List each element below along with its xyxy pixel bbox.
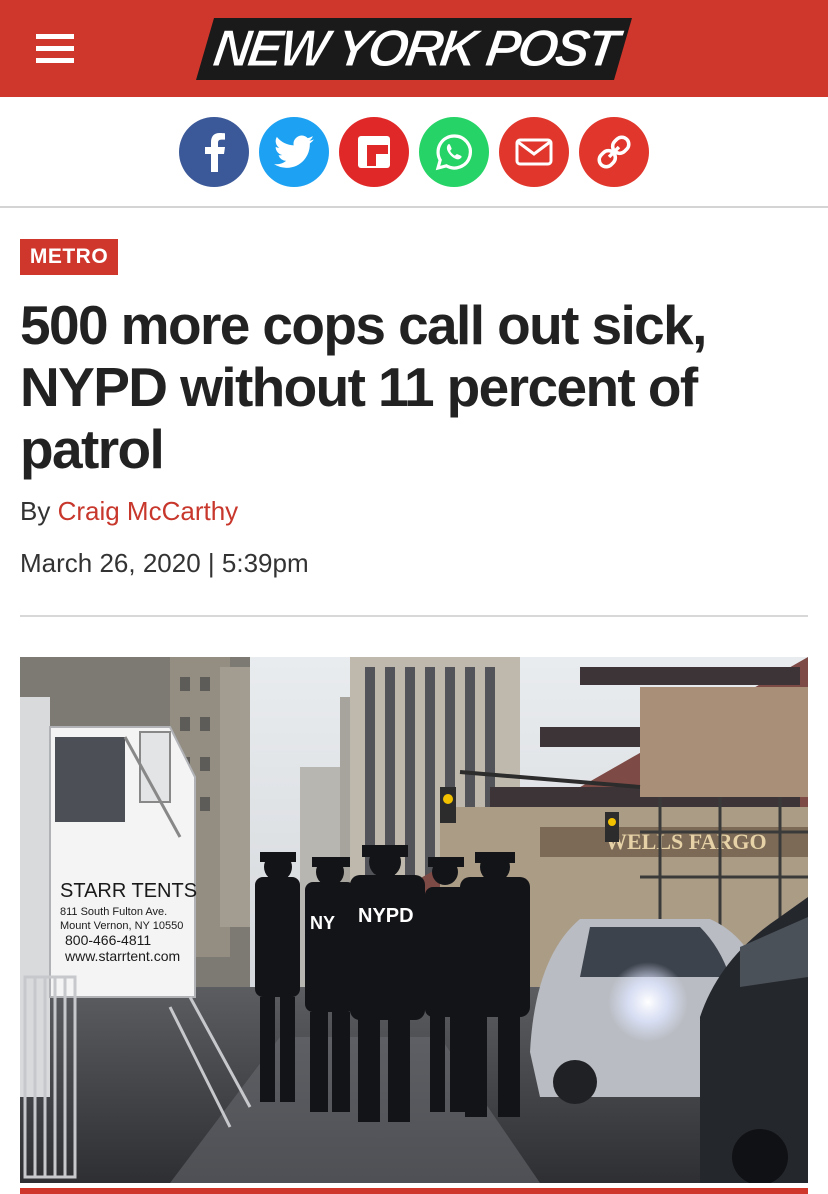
twitter-icon bbox=[274, 135, 314, 168]
article-hero-photo[interactable]: WELLS FARGO STARR TENTS 811 South Fulton… bbox=[20, 657, 808, 1183]
truck-sign-address1: 811 South Fulton Ave. bbox=[60, 906, 167, 918]
link-icon bbox=[597, 135, 631, 169]
whatsapp-share-button[interactable] bbox=[419, 117, 489, 187]
section-tag[interactable]: METRO bbox=[20, 239, 118, 275]
whatsapp-icon bbox=[435, 134, 472, 171]
divider bbox=[20, 615, 808, 617]
article-headline: 500 more cops call out sick, NYPD withou… bbox=[20, 294, 707, 480]
byline-prefix: By bbox=[20, 496, 51, 526]
twitter-share-button[interactable] bbox=[259, 117, 329, 187]
share-bar bbox=[0, 97, 828, 208]
publish-date: March 26, 2020 | 5:39pm bbox=[20, 548, 309, 579]
facebook-share-button[interactable] bbox=[179, 117, 249, 187]
email-share-button[interactable] bbox=[499, 117, 569, 187]
email-icon bbox=[515, 138, 553, 166]
facebook-icon bbox=[205, 133, 225, 172]
date-text: March 26, 2020 bbox=[20, 548, 201, 578]
hamburger-menu-icon[interactable] bbox=[36, 34, 74, 66]
jacket-text-ny: NY bbox=[310, 913, 335, 933]
date-separator: | bbox=[207, 548, 215, 578]
jacket-text-nypd: NYPD bbox=[358, 905, 414, 927]
time-text: 5:39pm bbox=[221, 548, 309, 578]
author-link[interactable]: Craig McCarthy bbox=[58, 496, 239, 526]
logo-text: NEW YORK POST bbox=[210, 20, 627, 78]
site-logo[interactable]: NEW YORK POST bbox=[192, 12, 636, 84]
copy-link-button[interactable] bbox=[579, 117, 649, 187]
truck-sign-phone: 800-466-4811 bbox=[65, 932, 151, 948]
truck-sign-title: STARR TENTS bbox=[60, 880, 197, 902]
flipboard-icon bbox=[358, 136, 390, 168]
truck-sign-address2: Mount Vernon, NY 10550 bbox=[60, 920, 183, 932]
truck-sign-web: www.starrtent.com bbox=[64, 948, 180, 964]
site-header: NEW YORK POST bbox=[0, 0, 828, 97]
byline: By Craig McCarthy bbox=[20, 496, 238, 527]
bottom-accent-strip bbox=[20, 1188, 808, 1194]
flipboard-share-button[interactable] bbox=[339, 117, 409, 187]
